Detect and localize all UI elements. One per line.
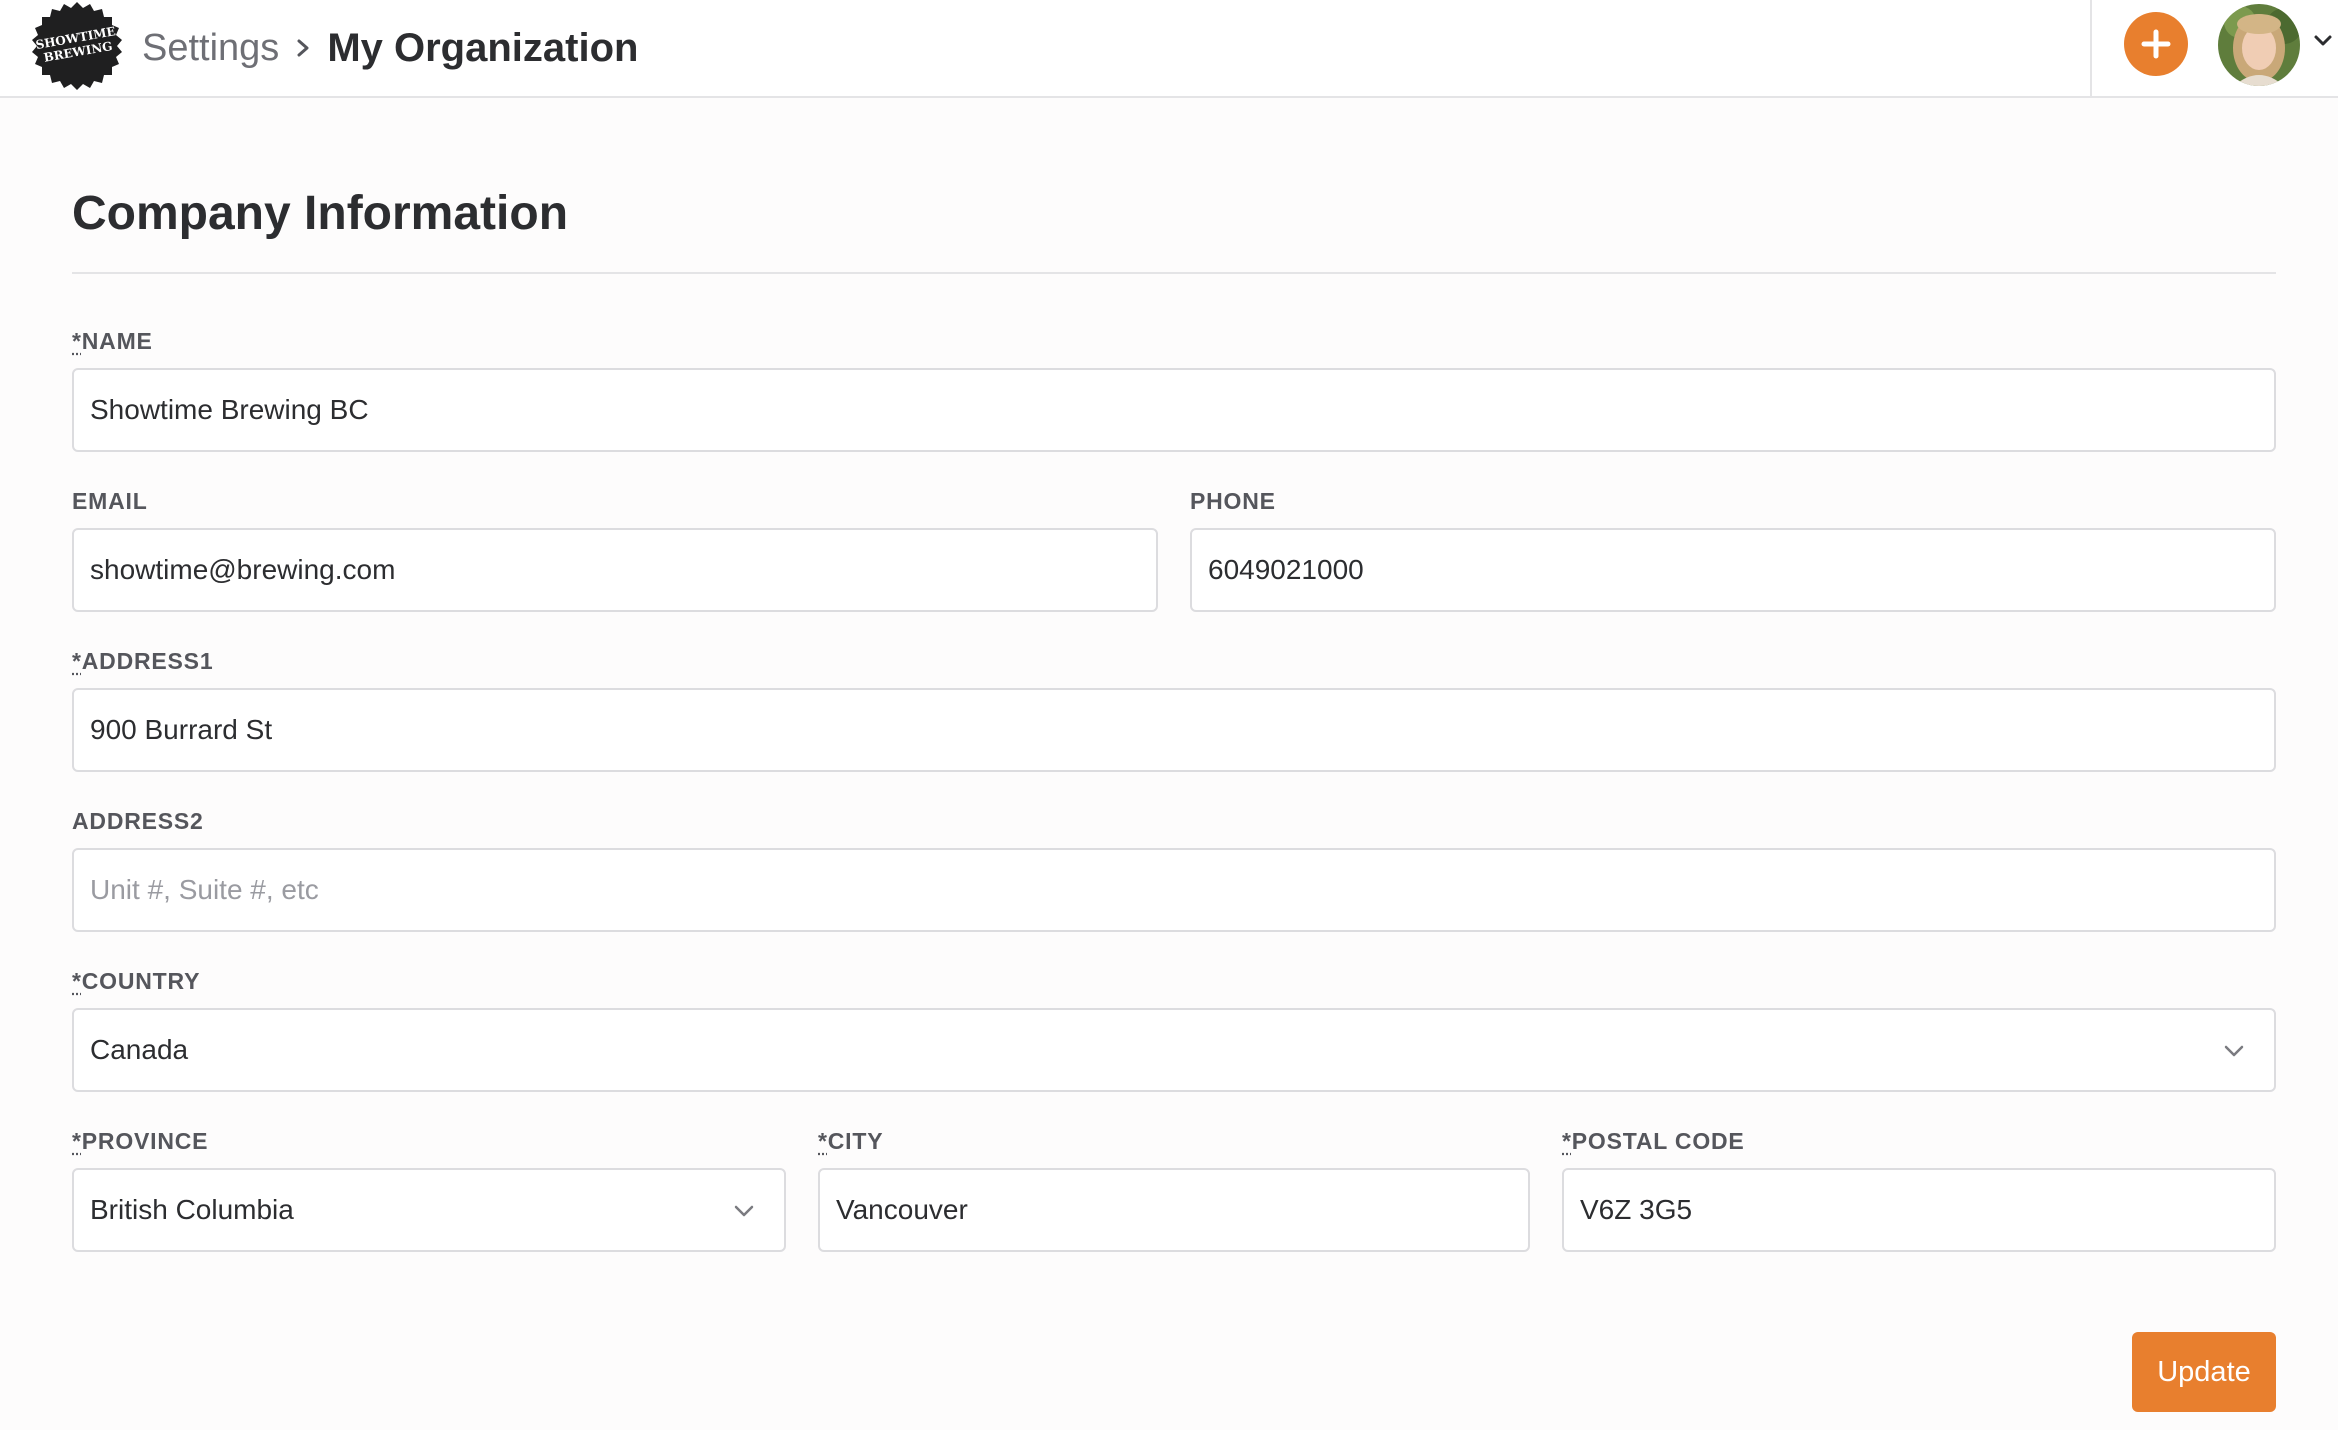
required-marker: *: [72, 1128, 82, 1154]
header-divider: [2090, 0, 2092, 96]
country-label-text: COUNTRY: [81, 968, 201, 994]
phone-label: PHONE: [1190, 488, 1276, 514]
country-select[interactable]: Canada: [72, 1008, 2276, 1092]
section-title: Company Information: [72, 187, 569, 240]
required-marker: *: [72, 968, 82, 994]
postal-code-input[interactable]: [1562, 1168, 2276, 1252]
add-button[interactable]: [2124, 12, 2188, 76]
brand-logo-icon: SHOWTIME BREWING: [32, 2, 122, 90]
required-marker: *: [818, 1128, 828, 1154]
chevron-down-icon: [732, 1199, 756, 1223]
country-label: *COUNTRY: [72, 966, 200, 996]
required-marker: *: [72, 328, 82, 354]
phone-input[interactable]: [1190, 528, 2276, 612]
address1-label: *ADDRESS1: [72, 646, 213, 676]
chevron-right-icon: [293, 38, 313, 58]
plus-icon: [2141, 29, 2171, 59]
province-label: *PROVINCE: [72, 1126, 208, 1156]
section-divider: [72, 272, 2276, 274]
brand-logo[interactable]: SHOWTIME BREWING: [28, 0, 126, 96]
name-label: *NAME: [72, 326, 153, 356]
postal-code-label: *POSTAL CODE: [1562, 1126, 1745, 1156]
required-marker: *: [72, 648, 82, 674]
required-marker: *: [1562, 1128, 1572, 1154]
country-selected-value: Canada: [90, 1034, 189, 1065]
breadcrumb-settings-link[interactable]: Settings: [142, 27, 279, 70]
update-button[interactable]: Update: [2132, 1332, 2276, 1412]
breadcrumb: Settings My Organization: [142, 22, 638, 74]
user-avatar[interactable]: [2218, 4, 2300, 86]
province-select[interactable]: British Columbia: [72, 1168, 786, 1252]
top-bar: SHOWTIME BREWING Settings My Organizatio…: [0, 0, 2338, 98]
city-label-text: CITY: [827, 1128, 884, 1154]
province-selected-value: British Columbia: [90, 1194, 294, 1225]
name-label-text: NAME: [81, 328, 153, 354]
province-label-text: PROVINCE: [81, 1128, 209, 1154]
page-title: My Organization: [327, 25, 639, 70]
avatar-icon: [2218, 4, 2300, 86]
email-input[interactable]: [72, 528, 1158, 612]
chevron-down-icon[interactable]: [2312, 30, 2334, 52]
email-label: EMAIL: [72, 488, 148, 514]
postal-code-label-text: POSTAL CODE: [1571, 1128, 1745, 1154]
address1-label-text: ADDRESS1: [81, 648, 214, 674]
address2-input[interactable]: [72, 848, 2276, 932]
address2-label: ADDRESS2: [72, 808, 204, 834]
name-input[interactable]: [72, 368, 2276, 452]
address1-input[interactable]: [72, 688, 2276, 772]
city-label: *CITY: [818, 1126, 883, 1156]
city-input[interactable]: [818, 1168, 1530, 1252]
chevron-down-icon: [2222, 1039, 2246, 1063]
